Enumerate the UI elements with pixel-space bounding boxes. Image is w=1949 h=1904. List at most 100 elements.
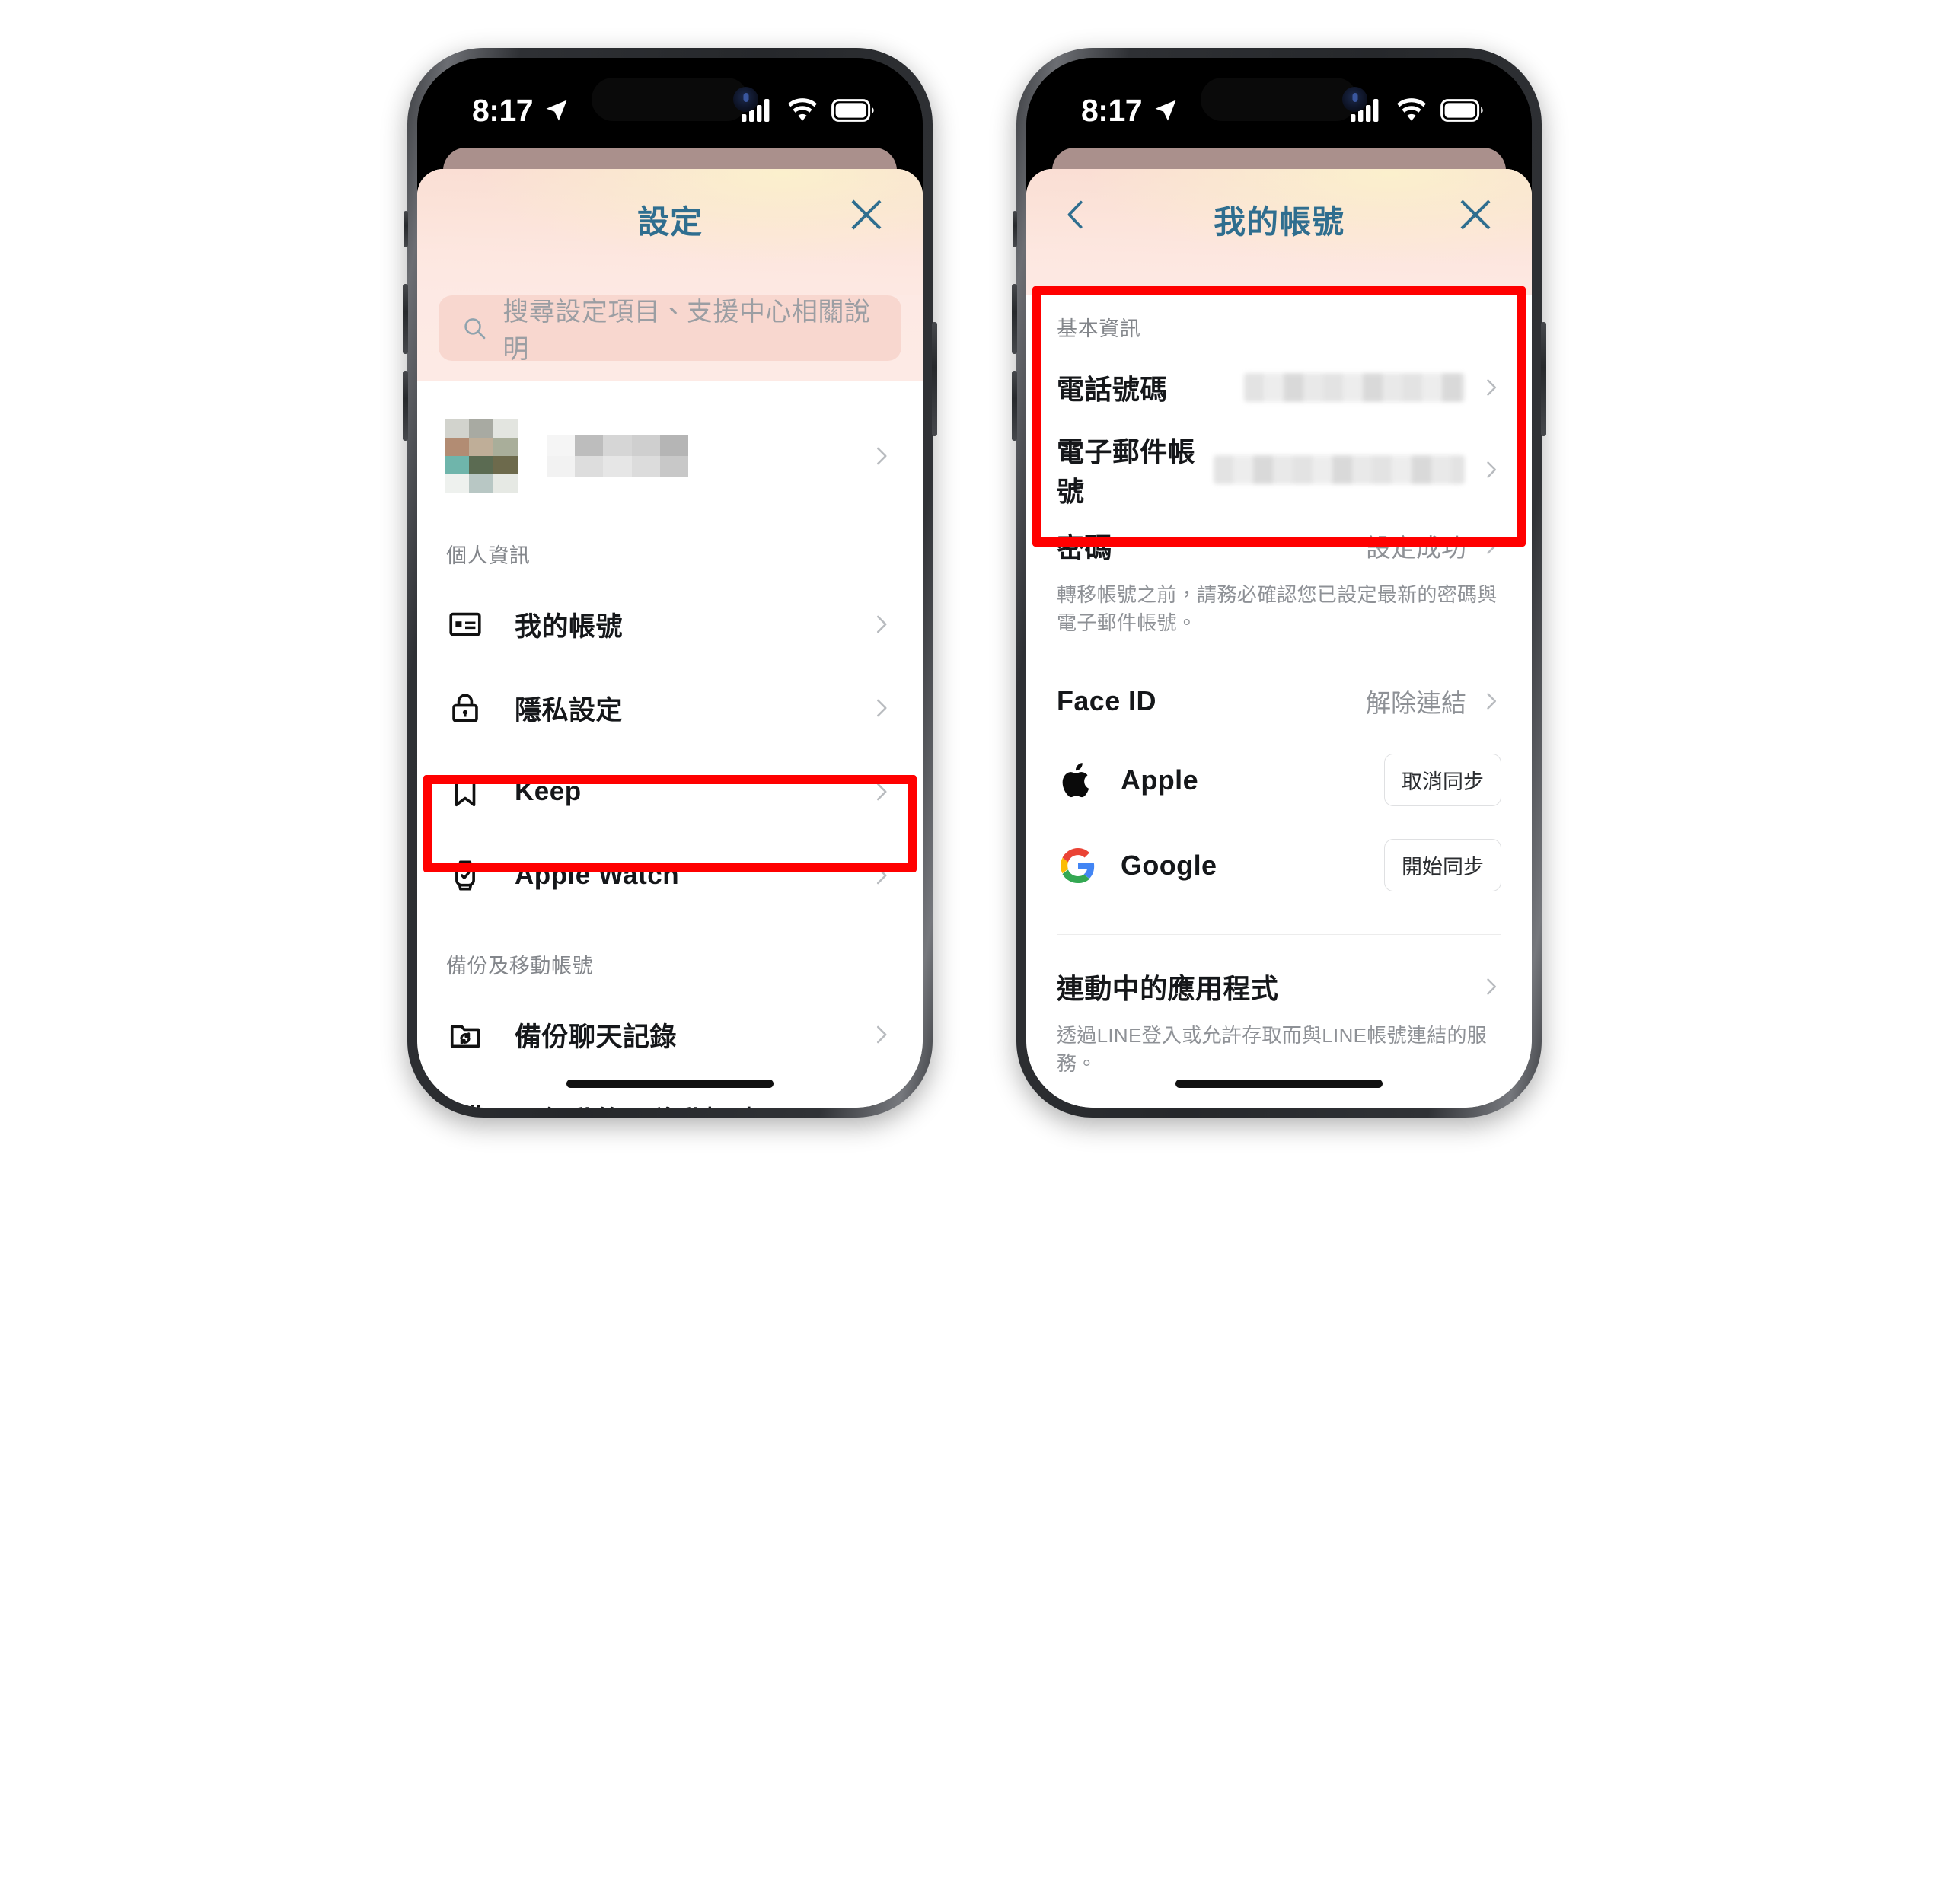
chevron-right-icon: [1480, 976, 1501, 997]
row-google-account[interactable]: Google 開始同步: [1026, 823, 1532, 908]
volume-down-button[interactable]: [1012, 371, 1017, 441]
search-container: 搜尋設定項目、支援中心相關說明: [417, 295, 923, 381]
sidebar-item-backup-chats[interactable]: 備份聊天記錄: [417, 993, 923, 1076]
right-status-bar: 8:17: [1026, 58, 1532, 143]
row-value: 解除連結: [1366, 688, 1466, 717]
section-label-basic-info: 基本資訊: [1057, 317, 1141, 340]
left-phone-screen: 8:17 設定 搜尋設定項目、支援中心相關說明 個人資訊 我的帳號 隱私設定 K…: [417, 58, 923, 1108]
settings-sheet: 設定 搜尋設定項目、支援中心相關說明 個人資訊 我的帳號 隱私設定 Keep A…: [417, 169, 923, 1108]
front-camera-icon: [1342, 87, 1367, 112]
close-icon-glyph: [1460, 199, 1491, 230]
status-right-group: [1351, 98, 1483, 123]
chevron-right-icon: [869, 697, 892, 719]
avatar: [445, 419, 518, 493]
right-phone-screen: 8:17 我的帳號 基本資訊 電話號碼 電子郵件帳號 密碼 設定成功 轉移帳號之…: [1026, 58, 1532, 1108]
sidebar-item-label: 我的帳號: [515, 611, 624, 642]
sidebar-item-label: 以行動條碼移動帳號: [515, 1099, 758, 1108]
account-sheet: 我的帳號 基本資訊 電話號碼 電子郵件帳號 密碼 設定成功 轉移帳號之前，請務必…: [1026, 169, 1532, 1108]
volume-down-button[interactable]: [403, 371, 408, 441]
status-left-group: 8:17: [1081, 93, 1179, 129]
mute-switch[interactable]: [1013, 211, 1017, 247]
sidebar-item-apple-watch[interactable]: Apple Watch: [417, 834, 923, 917]
row-title: 連動中的應用程式: [1057, 972, 1279, 1004]
row-linked-apps[interactable]: 連動中的應用程式 透過LINE登入或允許存取而與LINE帳號連結的服務。: [1026, 935, 1532, 1092]
wifi-icon: [1397, 98, 1426, 121]
status-time: 8:17: [472, 92, 534, 128]
volume-up-button[interactable]: [403, 284, 408, 354]
sidebar-item-keep[interactable]: Keep: [417, 750, 923, 834]
status-time: 8:17: [1081, 92, 1143, 128]
chevron-right-icon: [869, 780, 892, 803]
front-camera-icon: [733, 87, 758, 112]
volume-up-button[interactable]: [1012, 284, 1017, 354]
chevron-right-icon: [1480, 377, 1501, 398]
left-phone-frame: 8:17 設定 搜尋設定項目、支援中心相關說明 個人資訊 我的帳號 隱私設定 K…: [403, 48, 937, 1118]
row-value: 設定成功: [1366, 534, 1466, 562]
mute-switch[interactable]: [404, 211, 408, 247]
screenshot-stage: 8:17 設定 搜尋設定項目、支援中心相關說明 個人資訊 我的帳號 隱私設定 K…: [0, 0, 1949, 1904]
row-title: 電話號碼: [1057, 374, 1168, 405]
sidebar-item-label: Apple Watch: [515, 860, 680, 890]
profile-row[interactable]: [417, 381, 923, 531]
sidebar-item-my-account[interactable]: 我的帳號: [417, 582, 923, 666]
search-icon: [464, 318, 486, 340]
row-face-id[interactable]: Face ID 解除連結: [1026, 665, 1532, 738]
row-title: 密碼: [1057, 532, 1112, 563]
sidebar-item-label: 隱私設定: [515, 695, 624, 726]
search-placeholder: 搜尋設定項目、支援中心相關說明: [502, 298, 871, 364]
chevron-right-icon: [869, 1107, 892, 1108]
google-sync-button[interactable]: 開始同步: [1384, 839, 1501, 892]
row-password[interactable]: 密碼 設定成功 轉移帳號之前，請務必確認您已設定最新的密碼與電子郵件帳號。: [1026, 511, 1532, 651]
chevron-right-icon: [869, 613, 892, 636]
power-button[interactable]: [1541, 322, 1546, 436]
location-arrow-icon: [546, 100, 567, 121]
section-label-personal: 個人資訊: [446, 544, 531, 567]
chevron-right-icon: [869, 864, 892, 887]
watch-icon: [446, 856, 484, 895]
home-indicator[interactable]: [1175, 1080, 1383, 1088]
power-button[interactable]: [932, 322, 937, 436]
row-email[interactable]: 電子郵件帳號: [1026, 429, 1532, 511]
left-status-bar: 8:17: [417, 58, 923, 143]
row-title: Apple: [1121, 764, 1199, 796]
settings-list: 個人資訊 我的帳號 隱私設定 Keep Apple Watch 備份及移動帳號 …: [417, 381, 923, 1108]
close-icon[interactable]: [845, 193, 888, 236]
lock-icon: [446, 689, 484, 727]
row-title: Google: [1121, 849, 1217, 881]
account-sheet-header: 我的帳號: [1026, 169, 1532, 295]
row-apple-account[interactable]: Apple 取消同步: [1026, 738, 1532, 823]
section-label-backup: 備份及移動帳號: [446, 955, 594, 978]
chevron-right-icon: [1480, 459, 1501, 480]
id-card-icon: [446, 605, 484, 643]
sidebar-item-label: Keep: [515, 777, 582, 806]
masked-email-value: [1213, 455, 1465, 484]
location-arrow-icon: [1155, 100, 1176, 121]
chevron-right-icon: [876, 447, 887, 465]
search-input[interactable]: 搜尋設定項目、支援中心相關說明: [439, 295, 901, 364]
apple-logo-icon: [1057, 761, 1099, 799]
masked-phone-value: [1244, 373, 1465, 402]
battery-icon: [831, 99, 874, 122]
qr-code-icon: [446, 1099, 484, 1108]
row-title: Face ID: [1057, 684, 1156, 716]
bookmark-icon: [446, 773, 484, 811]
status-right-group: [742, 98, 874, 123]
profile-name: [547, 435, 688, 477]
home-indicator[interactable]: [566, 1080, 774, 1088]
chevron-right-icon: [1480, 690, 1501, 712]
close-icon-glyph: [851, 199, 882, 230]
apple-sync-button[interactable]: 取消同步: [1384, 754, 1501, 807]
settings-sheet-header: 設定: [417, 169, 923, 295]
google-logo-icon: [1057, 847, 1099, 883]
close-icon[interactable]: [1454, 193, 1497, 236]
password-note: 轉移帳號之前，請務必確認您已設定最新的密碼與電子郵件帳號。: [1057, 583, 1498, 634]
status-left-group: 8:17: [472, 93, 570, 129]
right-phone-frame: 8:17 我的帳號 基本資訊 電話號碼 電子郵件帳號 密碼 設定成功 轉移帳號之…: [1012, 48, 1546, 1118]
sidebar-item-label: 備份聊天記錄: [515, 1022, 678, 1052]
battery-icon: [1440, 99, 1483, 122]
row-phone-number[interactable]: 電話號碼: [1026, 346, 1532, 429]
chevron-right-icon: [869, 1023, 892, 1046]
sidebar-item-privacy[interactable]: 隱私設定: [417, 666, 923, 750]
wifi-icon: [788, 98, 817, 121]
folder-sync-icon: [446, 1016, 484, 1054]
